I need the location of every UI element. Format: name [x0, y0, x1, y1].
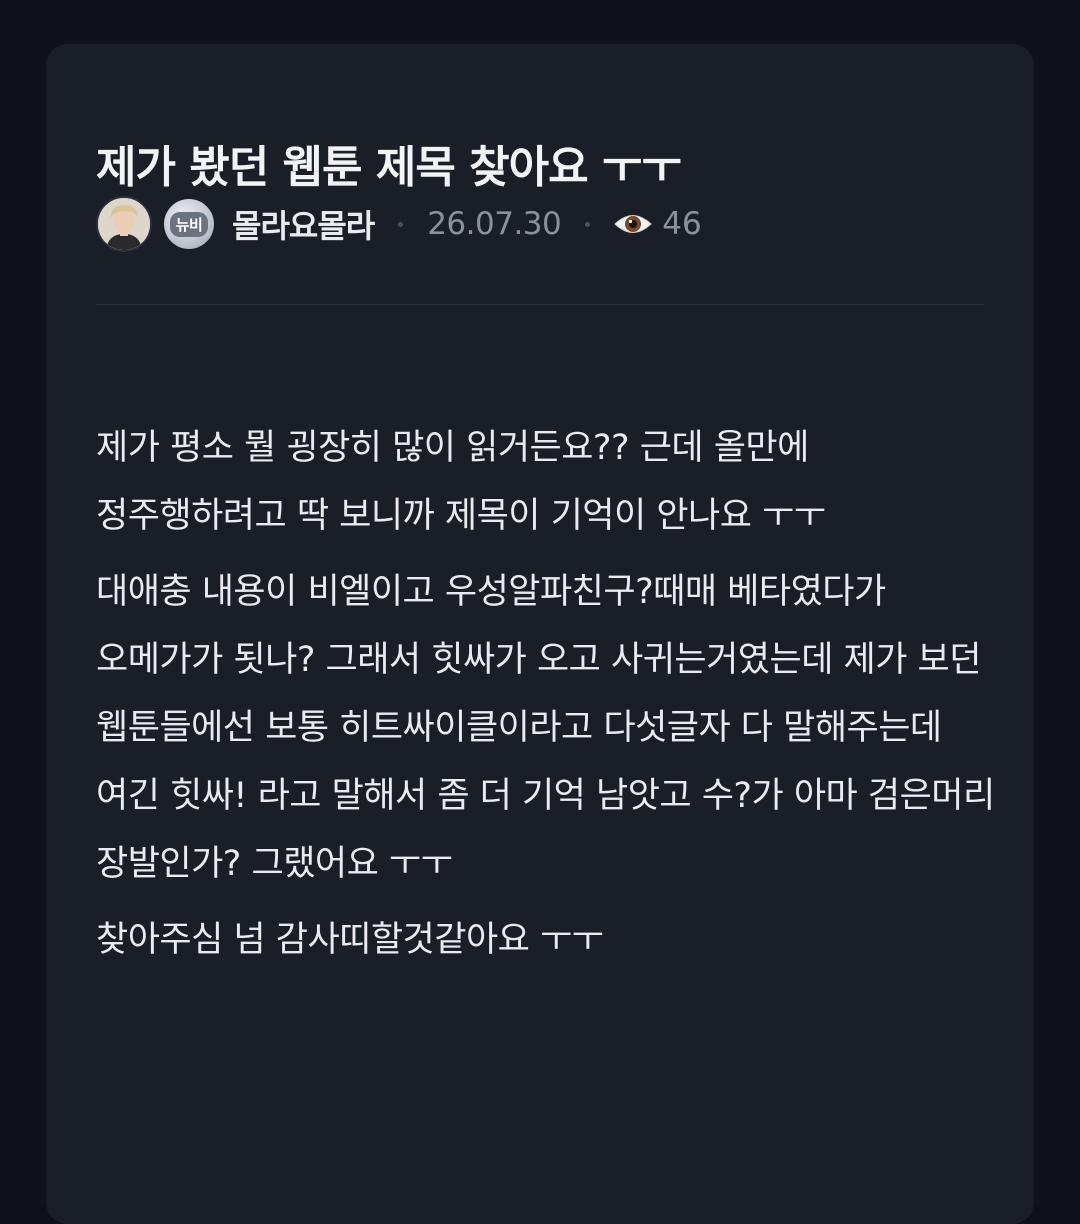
meta-separator: [585, 221, 591, 227]
level-badge-label: 뉴비: [169, 211, 209, 237]
post-body: 제가 평소 뭘 굉장히 많이 읽거든요?? 근데 올만에 정주행하려고 딱 보니…: [96, 414, 996, 982]
view-count: 46: [662, 206, 702, 242]
post-meta: 뉴비 몰라요몰라 26.07.30 46: [96, 194, 702, 254]
header-divider: [96, 304, 984, 305]
avatar[interactable]: [96, 196, 152, 252]
meta-separator: [398, 221, 404, 227]
post-title: 제가 봤던 웹툰 제목 찾아요 ㅜㅜ: [96, 142, 682, 193]
post-card: 제가 봤던 웹툰 제목 찾아요 ㅜㅜ 뉴비 몰라요몰라 26.07.30 46: [46, 44, 1034, 1224]
eye-icon: [614, 215, 652, 233]
level-badge: 뉴비: [164, 199, 214, 249]
avatar-image: [98, 198, 150, 250]
post-paragraph: 찾아주심 넘 감사띠할것같아요 ㅜㅜ: [96, 920, 604, 960]
post-paragraph: 대애충 내용이 비엘이고 우성알파친구?때매 베타였다가 오메가가 됫나? 그래…: [96, 572, 995, 884]
post-date: 26.07.30: [427, 206, 562, 242]
post-paragraph: 제가 평소 뭘 굉장히 많이 읽거든요?? 근데 올만에 정주행하려고 딱 보니…: [96, 428, 826, 536]
author-name[interactable]: 몰라요몰라: [232, 201, 375, 247]
